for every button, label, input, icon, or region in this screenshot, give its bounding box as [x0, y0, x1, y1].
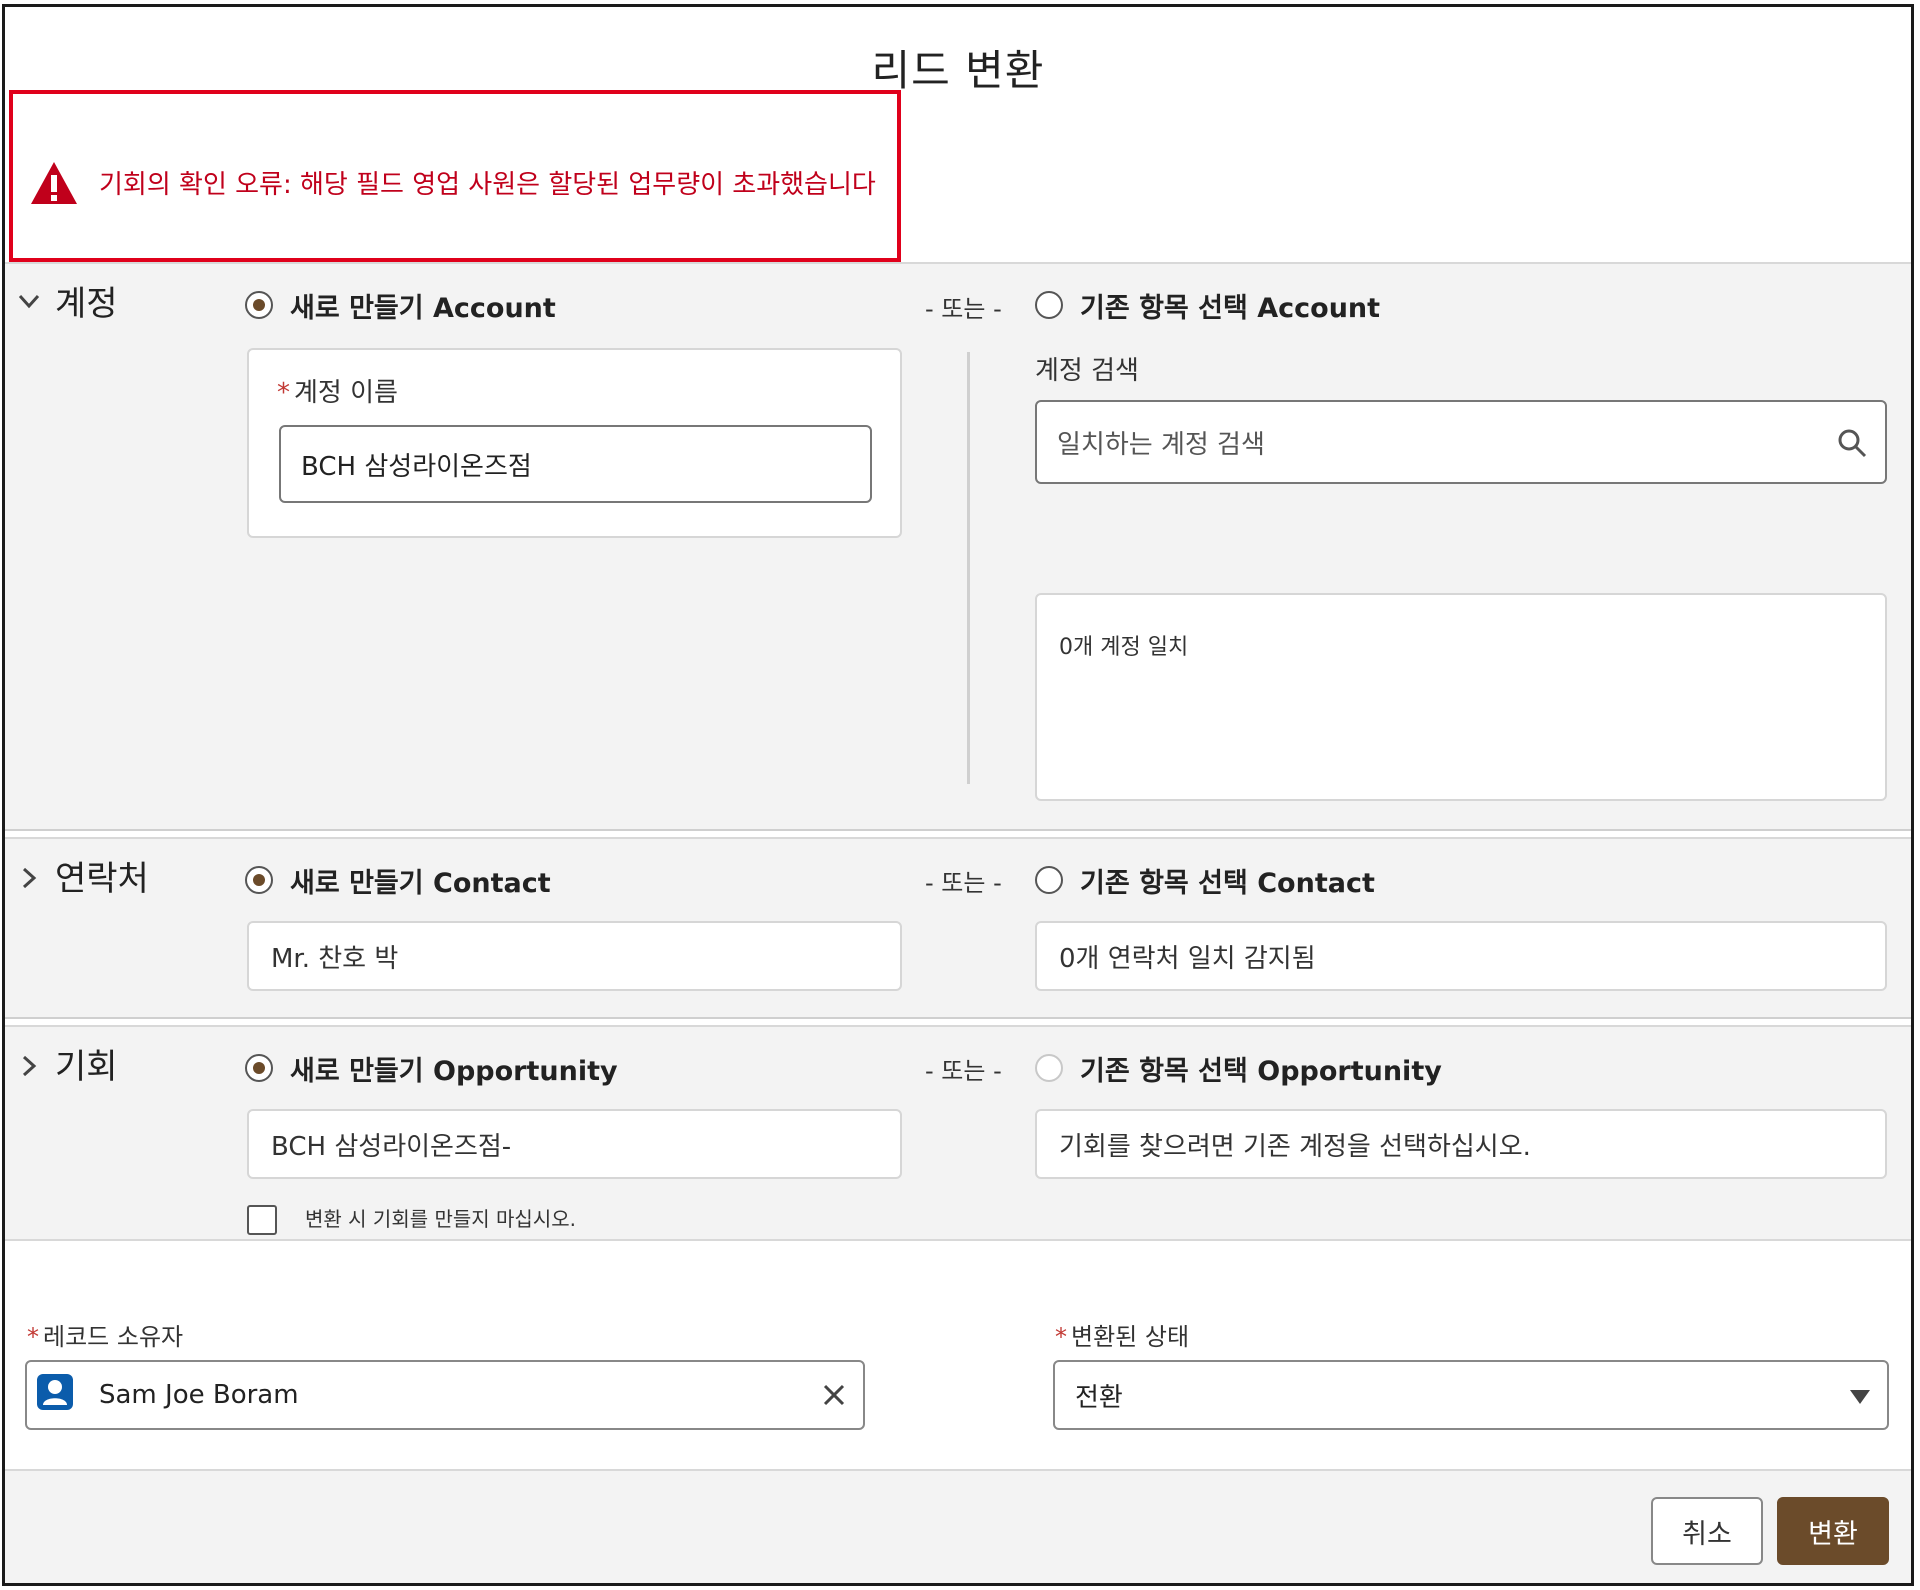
account-existing-option-label: 기존 항목 선택 Account — [1080, 293, 1381, 324]
account-match-box: 0개 계정 일치 — [1035, 593, 1887, 801]
opportunity-new-value: BCH 삼성라이온즈점- — [247, 1109, 902, 1179]
record-owner-value: Sam Joe Boram — [99, 1380, 299, 1410]
opportunity-new-option-label: 새로 만들기 Opportunity — [290, 1056, 618, 1087]
account-search-input[interactable]: 일치하는 계정 검색 — [1035, 400, 1887, 484]
convert-button[interactable]: 변환 — [1777, 1497, 1889, 1565]
converted-status-value: 전환 — [1075, 1382, 1123, 1413]
contact-section-label: 연락처 — [55, 859, 149, 899]
dont-create-opportunity-checkbox[interactable] — [247, 1205, 277, 1235]
section-divider — [967, 352, 970, 784]
dropdown-arrow-icon[interactable] — [1849, 1388, 1871, 1406]
opportunity-existing-option-label: 기존 항목 선택 Opportunity — [1080, 1056, 1442, 1087]
account-name-label-text: 계정 이름 — [294, 378, 398, 408]
chevron-down-icon[interactable] — [17, 286, 41, 321]
cancel-button[interactable]: 취소 — [1651, 1497, 1763, 1565]
opportunity-existing-radio[interactable] — [1035, 1054, 1063, 1082]
contact-match-text: 0개 연락처 일치 감지됨 — [1035, 921, 1887, 991]
or-separator: - 또는 - — [925, 295, 1002, 323]
converted-status-label: * 변환된 상태 — [1055, 1317, 1189, 1352]
clear-icon[interactable] — [821, 1382, 847, 1408]
account-existing-radio[interactable] — [1035, 291, 1063, 319]
account-match-text: 0개 계정 일치 — [1059, 635, 1189, 660]
account-name-label: * 계정 이름 — [277, 372, 398, 409]
record-owner-label-text: 레코드 소유자 — [43, 1323, 184, 1351]
required-marker: * — [1055, 1323, 1067, 1351]
required-marker: * — [277, 378, 290, 408]
account-new-card: * 계정 이름 BCH 삼성라이온즈점 — [247, 348, 902, 538]
dialog-footer — [5, 1469, 1911, 1583]
contact-existing-option-label: 기존 항목 선택 Contact — [1080, 868, 1375, 899]
error-text: 기회의 확인 오류: 해당 필드 영업 사원은 할당된 업무량이 초과했습니다 — [99, 170, 876, 200]
contact-existing-radio[interactable] — [1035, 866, 1063, 894]
record-owner-label: * 레코드 소유자 — [27, 1317, 183, 1352]
converted-status-label-text: 변환된 상태 — [1071, 1323, 1190, 1351]
divider — [5, 1017, 1911, 1019]
or-separator: - 또는 - — [925, 869, 1002, 897]
account-new-radio[interactable] — [245, 291, 273, 319]
error-message-box: 기회의 확인 오류: 해당 필드 영업 사원은 할당된 업무량이 초과했습니다 — [9, 90, 901, 262]
opportunity-section-label: 기회 — [55, 1047, 118, 1087]
or-separator: - 또는 - — [925, 1057, 1002, 1085]
contact-new-value: Mr. 찬호 박 — [247, 921, 902, 991]
opportunity-existing-hint: 기회를 찾으려면 기존 계정을 선택하십시오. — [1035, 1109, 1887, 1179]
account-new-option-label: 새로 만들기 Account — [290, 293, 556, 324]
search-icon[interactable] — [1837, 428, 1867, 458]
chevron-right-icon[interactable] — [17, 863, 41, 898]
dialog-title: 리드 변환 — [871, 46, 1045, 95]
converted-status-select[interactable]: 전환 — [1053, 1360, 1889, 1430]
account-search-label: 계정 검색 — [1035, 356, 1139, 386]
chevron-right-icon[interactable] — [17, 1051, 41, 1086]
contact-new-radio[interactable] — [245, 866, 273, 894]
convert-lead-dialog: 리드 변환 기회의 확인 오류: 해당 필드 영업 사원은 할당된 업무량이 초… — [2, 4, 1914, 1586]
account-name-input[interactable]: BCH 삼성라이온즈점 — [279, 425, 872, 503]
contact-new-option-label: 새로 만들기 Contact — [290, 868, 551, 899]
user-icon — [37, 1374, 73, 1410]
dont-create-opportunity-label: 변환 시 기회를 만들지 마십시오. — [305, 1207, 576, 1231]
divider — [5, 829, 1911, 831]
opportunity-section: 기회 새로 만들기 Opportunity - 또는 - 기존 항목 선택 Op… — [5, 1025, 1911, 1241]
contact-section: 연락처 새로 만들기 Contact - 또는 - 기존 항목 선택 Conta… — [5, 837, 1911, 1019]
account-section-label: 계정 — [55, 284, 118, 324]
record-owner-field[interactable]: Sam Joe Boram — [25, 1360, 865, 1430]
warning-icon — [31, 162, 77, 204]
account-search-placeholder: 일치하는 계정 검색 — [1057, 429, 1265, 460]
opportunity-new-radio[interactable] — [245, 1054, 273, 1082]
required-marker: * — [27, 1323, 39, 1351]
